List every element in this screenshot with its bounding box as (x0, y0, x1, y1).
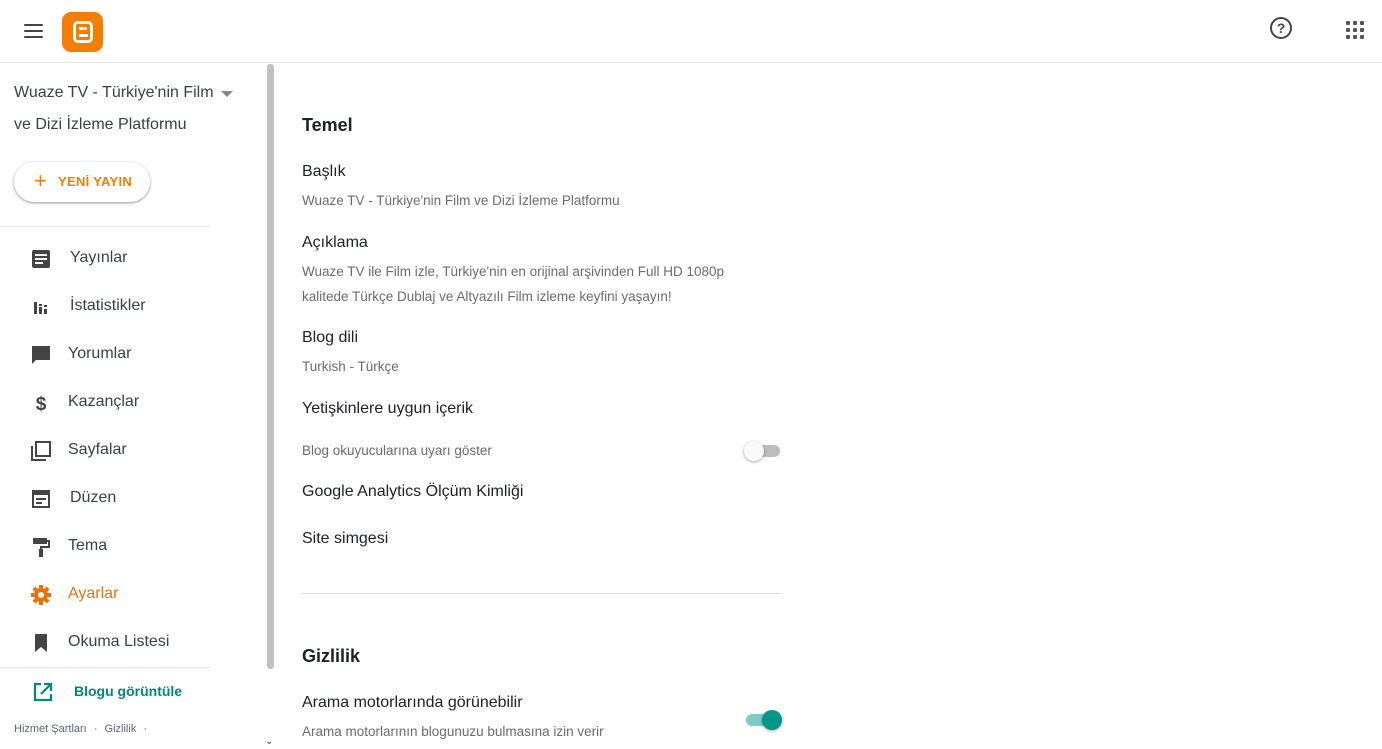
blog-language-value: Turkish - Türkçe (302, 359, 399, 374)
adult-content-toggle[interactable] (744, 439, 782, 463)
terms-link[interactable]: Hizmet Şartları (14, 723, 87, 735)
sidebar-divider (0, 226, 210, 227)
paint-roller-icon (33, 538, 50, 557)
help-circle-icon[interactable]: ? (1270, 17, 1292, 39)
section-divider (302, 593, 782, 594)
sidebar-item-layout[interactable]: Düzen (0, 476, 264, 520)
adult-content-description: Blog okuyucularına uyarı göster (302, 443, 492, 458)
view-blog-label: Blogu görüntüle (74, 683, 183, 699)
blog-selector-title[interactable]: Wuaze TV - Türkiye'nin Film ve Dizi İzle… (14, 77, 214, 141)
sidebar-item-settings[interactable]: Ayarlar (0, 572, 264, 616)
search-visibility-toggle[interactable] (744, 708, 782, 732)
dollar-icon: $ (36, 394, 47, 414)
sidebar-scrollbar-thumb[interactable] (267, 64, 274, 669)
search-visibility-setting: Arama motorlarında görünebilir (302, 694, 523, 711)
sidebar-item-label: Tema (68, 537, 108, 554)
sidebar-item-label: Okuma Listesi (68, 633, 170, 650)
footer-separator: · (143, 723, 148, 735)
section-title-basic: Temel (302, 115, 353, 135)
hamburger-menu-icon[interactable] (22, 19, 46, 43)
footer-links: Hizmet Şartları · Gizlilik · (14, 723, 147, 735)
posts-icon (32, 250, 50, 268)
view-blog-link[interactable]: Blogu görüntüle (0, 675, 264, 709)
sidebar-item-label: Kazançlar (68, 393, 140, 410)
description-setting[interactable]: Açıklama (302, 234, 368, 252)
comments-icon (32, 346, 50, 364)
footer-separator: · (93, 723, 98, 735)
pages-icon (31, 441, 51, 461)
sidebar-item-label: Ayarlar (68, 585, 119, 602)
gear-icon (31, 585, 51, 605)
sidebar-item-reading-list[interactable]: Okuma Listesi (0, 620, 264, 664)
sidebar-item-stats[interactable]: İstatistikler (0, 284, 264, 328)
apps-grid-icon[interactable] (1346, 21, 1364, 39)
sidebar-item-label: Yayınlar (70, 249, 128, 266)
bookmark-icon (35, 634, 47, 652)
sidebar-item-label: Düzen (70, 489, 117, 506)
top-app-bar: ? (0, 0, 1382, 63)
search-visibility-description: Arama motorlarının blogunuzu bulmasına i… (302, 724, 604, 739)
description-value: Wuaze TV ile Film izle, Türkiye'nin en o… (302, 264, 725, 304)
sidebar-item-label: Yorumlar (68, 345, 132, 362)
blog-title-setting[interactable]: Başlık (302, 163, 346, 181)
blog-language-setting[interactable]: Blog dili (302, 329, 358, 347)
favicon-setting[interactable]: Site simgesi (302, 530, 388, 548)
analytics-id-setting[interactable]: Google Analytics Ölçüm Kimliği (302, 483, 523, 501)
sidebar-item-label: İstatistikler (70, 297, 146, 314)
chevron-down-icon[interactable] (221, 91, 233, 97)
adult-content-setting: Yetişkinlere uygun içerik (302, 400, 474, 417)
new-post-label: YENİ YAYIN (58, 174, 133, 189)
sidebar-item-pages[interactable]: Sayfalar (0, 428, 264, 472)
settings-content: Temel Başlık Wuaze TV - Türkiye'nin Film… (280, 63, 1382, 749)
sidebar-divider (0, 667, 210, 668)
stats-icon (34, 302, 47, 314)
sidebar-item-earnings[interactable]: $ Kazançlar (0, 380, 264, 424)
blog-title-value: Wuaze TV - Türkiye'nin Film ve Dizi İzle… (302, 193, 620, 208)
sidebar-item-label: Sayfalar (68, 441, 127, 458)
open-in-new-icon (33, 682, 53, 702)
scroll-down-arrow-icon[interactable]: ⌄ (265, 736, 273, 747)
sidebar-item-comments[interactable]: Yorumlar (0, 332, 264, 376)
sidebar-item-theme[interactable]: Tema (0, 524, 264, 568)
privacy-link[interactable]: Gizlilik (105, 723, 137, 735)
sidebar: Wuaze TV - Türkiye'nin Film ve Dizi İzle… (0, 63, 264, 749)
new-post-button[interactable]: + YENİ YAYIN (14, 162, 150, 202)
sidebar-item-posts[interactable]: Yayınlar (0, 236, 264, 280)
svg-text:$: $ (36, 394, 47, 414)
plus-icon: + (34, 168, 47, 193)
section-title-privacy: Gizlilik (302, 646, 361, 666)
layout-icon (32, 490, 50, 508)
blogger-logo-icon[interactable] (62, 12, 103, 52)
